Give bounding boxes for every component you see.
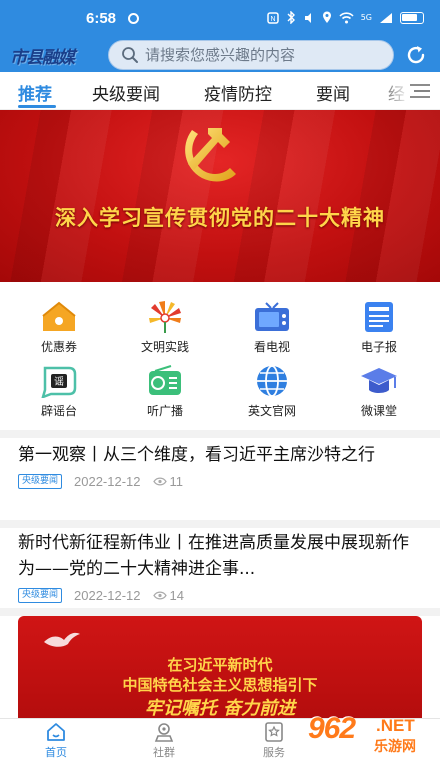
newspaper-icon — [365, 302, 393, 332]
channel-menu-icon[interactable] — [408, 82, 432, 100]
article-image-card[interactable]: 在习近平新时代 中国特色社会主义思想指引下 牢记嘱托 奋力前进 — [18, 616, 422, 718]
graduation-cap-icon — [361, 368, 397, 393]
svg-text:N: N — [270, 16, 275, 23]
grid-item-civilization[interactable]: 文明实践 — [120, 300, 210, 355]
grid-label: 辟谣台 — [40, 404, 77, 418]
app-header: 市县融媒 — [0, 38, 440, 72]
grid-label: 微课堂 — [360, 404, 397, 418]
refresh-icon[interactable] — [404, 43, 428, 67]
article-divider — [0, 608, 440, 616]
nfc-icon: N — [266, 11, 279, 24]
signal-icon — [380, 12, 392, 23]
watermark-number: 962 — [308, 712, 356, 745]
grid-label: 听广播 — [146, 404, 183, 418]
grid-item-micro-class[interactable]: 微课堂 — [334, 364, 424, 419]
grid-label: 看电视 — [253, 340, 290, 354]
tab-news[interactable]: 要闻 — [316, 80, 350, 105]
search-icon — [122, 47, 138, 63]
article-meta: 央级要闻 2022-12-12 11 — [18, 474, 422, 489]
card-text-line1: 在习近平新时代 — [167, 656, 273, 674]
banner-slogan: 深入学习宣传贯彻党的二十大精神 — [55, 205, 385, 230]
party-emblem-icon — [185, 128, 236, 182]
tab-fade — [370, 72, 410, 109]
tab-recommend[interactable]: 推荐 — [18, 80, 52, 105]
category-badge: 央级要闻 — [18, 588, 63, 603]
tab-active-indicator — [18, 105, 56, 108]
bluetooth-icon — [287, 11, 295, 24]
grid-item-coupon[interactable]: 优惠券 — [14, 300, 104, 355]
nav-community[interactable]: 社群 — [134, 721, 194, 760]
article-title: 新时代新征程新伟业丨在推进高质量发展中展现新作为——党的二十大精神进企事... — [18, 533, 409, 579]
tab-central-news[interactable]: 央级要闻 — [92, 80, 160, 105]
grid-label: 电子报 — [360, 340, 397, 354]
community-icon — [154, 723, 174, 742]
status-icons: N 5G — [266, 11, 424, 24]
tv-icon — [255, 302, 289, 331]
home-icon — [47, 723, 65, 741]
nav-service[interactable]: 服务 — [244, 721, 304, 760]
battery-icon — [400, 11, 424, 24]
article-item[interactable]: 新时代新征程新伟业丨在推进高质量发展中展现新作为——党的二十大精神进企事... … — [18, 530, 422, 603]
tab-epidemic[interactable]: 疫情防控 — [204, 80, 272, 105]
grid-item-radio[interactable]: 听广播 — [120, 364, 210, 419]
watermark-suffix: .NET — [376, 716, 415, 735]
view-count: 14 — [169, 588, 184, 603]
category-tabs: 推荐 央级要闻 疫情防控 要闻 经 — [0, 72, 440, 110]
grid-label: 文明实践 — [140, 340, 189, 354]
hero-banner[interactable]: 深入学习宣传贯彻党的二十大精神 — [0, 110, 440, 282]
grid-item-rumor[interactable]: 谣 辟谣台 — [14, 364, 104, 419]
service-icon — [265, 722, 283, 742]
grid-label: 优惠券 — [40, 340, 77, 354]
app-logo: 市县融媒 — [10, 48, 75, 67]
status-bar: 6:58 N 5G — [0, 0, 440, 38]
article-date: 2022-12-12 — [74, 474, 141, 489]
article-title: 第一观察丨从三个维度，看习近平主席沙特之行 — [18, 445, 375, 465]
grid-label: 英文官网 — [247, 404, 296, 418]
grid-item-english-site[interactable]: 英文官网 — [227, 364, 317, 419]
dove-icon — [44, 632, 80, 647]
wifi-icon — [339, 11, 354, 23]
search-bar[interactable] — [108, 40, 394, 70]
article-meta: 央级要闻 2022-12-12 14 — [18, 588, 422, 603]
view-count: 11 — [169, 474, 184, 489]
notification-icon — [128, 13, 139, 24]
grid-item-epaper[interactable]: 电子报 — [334, 300, 424, 355]
section-divider — [0, 430, 440, 438]
flower-icon — [149, 301, 181, 333]
service-grid: 优惠券 文明实践 看电视 电子报 谣 辟谣台 听广播 英文官网 微课堂 — [0, 282, 440, 430]
site-watermark: 962 .NET 乐游网 — [308, 712, 434, 758]
article-item[interactable]: 第一观察丨从三个维度，看习近平主席沙特之行 央级要闻 2022-12-12 11 — [18, 442, 422, 489]
radio-icon — [149, 365, 181, 395]
card-text-line2: 中国特色社会主义思想指引下 — [122, 676, 318, 694]
nav-label: 社群 — [153, 746, 175, 759]
search-input[interactable] — [145, 46, 385, 64]
rumor-icon: 谣 — [41, 366, 77, 398]
network-label: 5G — [360, 13, 372, 22]
status-time: 6:58 — [86, 10, 117, 27]
svg-text:谣: 谣 — [54, 376, 64, 388]
category-badge: 央级要闻 — [18, 474, 63, 489]
house-coupon-icon — [42, 301, 76, 331]
eye-icon — [152, 477, 167, 486]
article-divider — [0, 520, 440, 528]
globe-icon — [257, 365, 287, 397]
location-icon — [322, 11, 331, 23]
nav-label: 服务 — [263, 746, 285, 759]
nav-label: 首页 — [45, 746, 67, 759]
mute-icon — [304, 12, 311, 23]
eye-icon — [152, 591, 167, 600]
grid-item-tv[interactable]: 看电视 — [227, 300, 317, 355]
watermark-name: 乐游网 — [374, 739, 416, 755]
news-feed: 第一观察丨从三个维度，看习近平主席沙特之行 央级要闻 2022-12-12 11… — [0, 438, 440, 718]
nav-home[interactable]: 首页 — [26, 721, 86, 760]
article-date: 2022-12-12 — [74, 588, 141, 603]
